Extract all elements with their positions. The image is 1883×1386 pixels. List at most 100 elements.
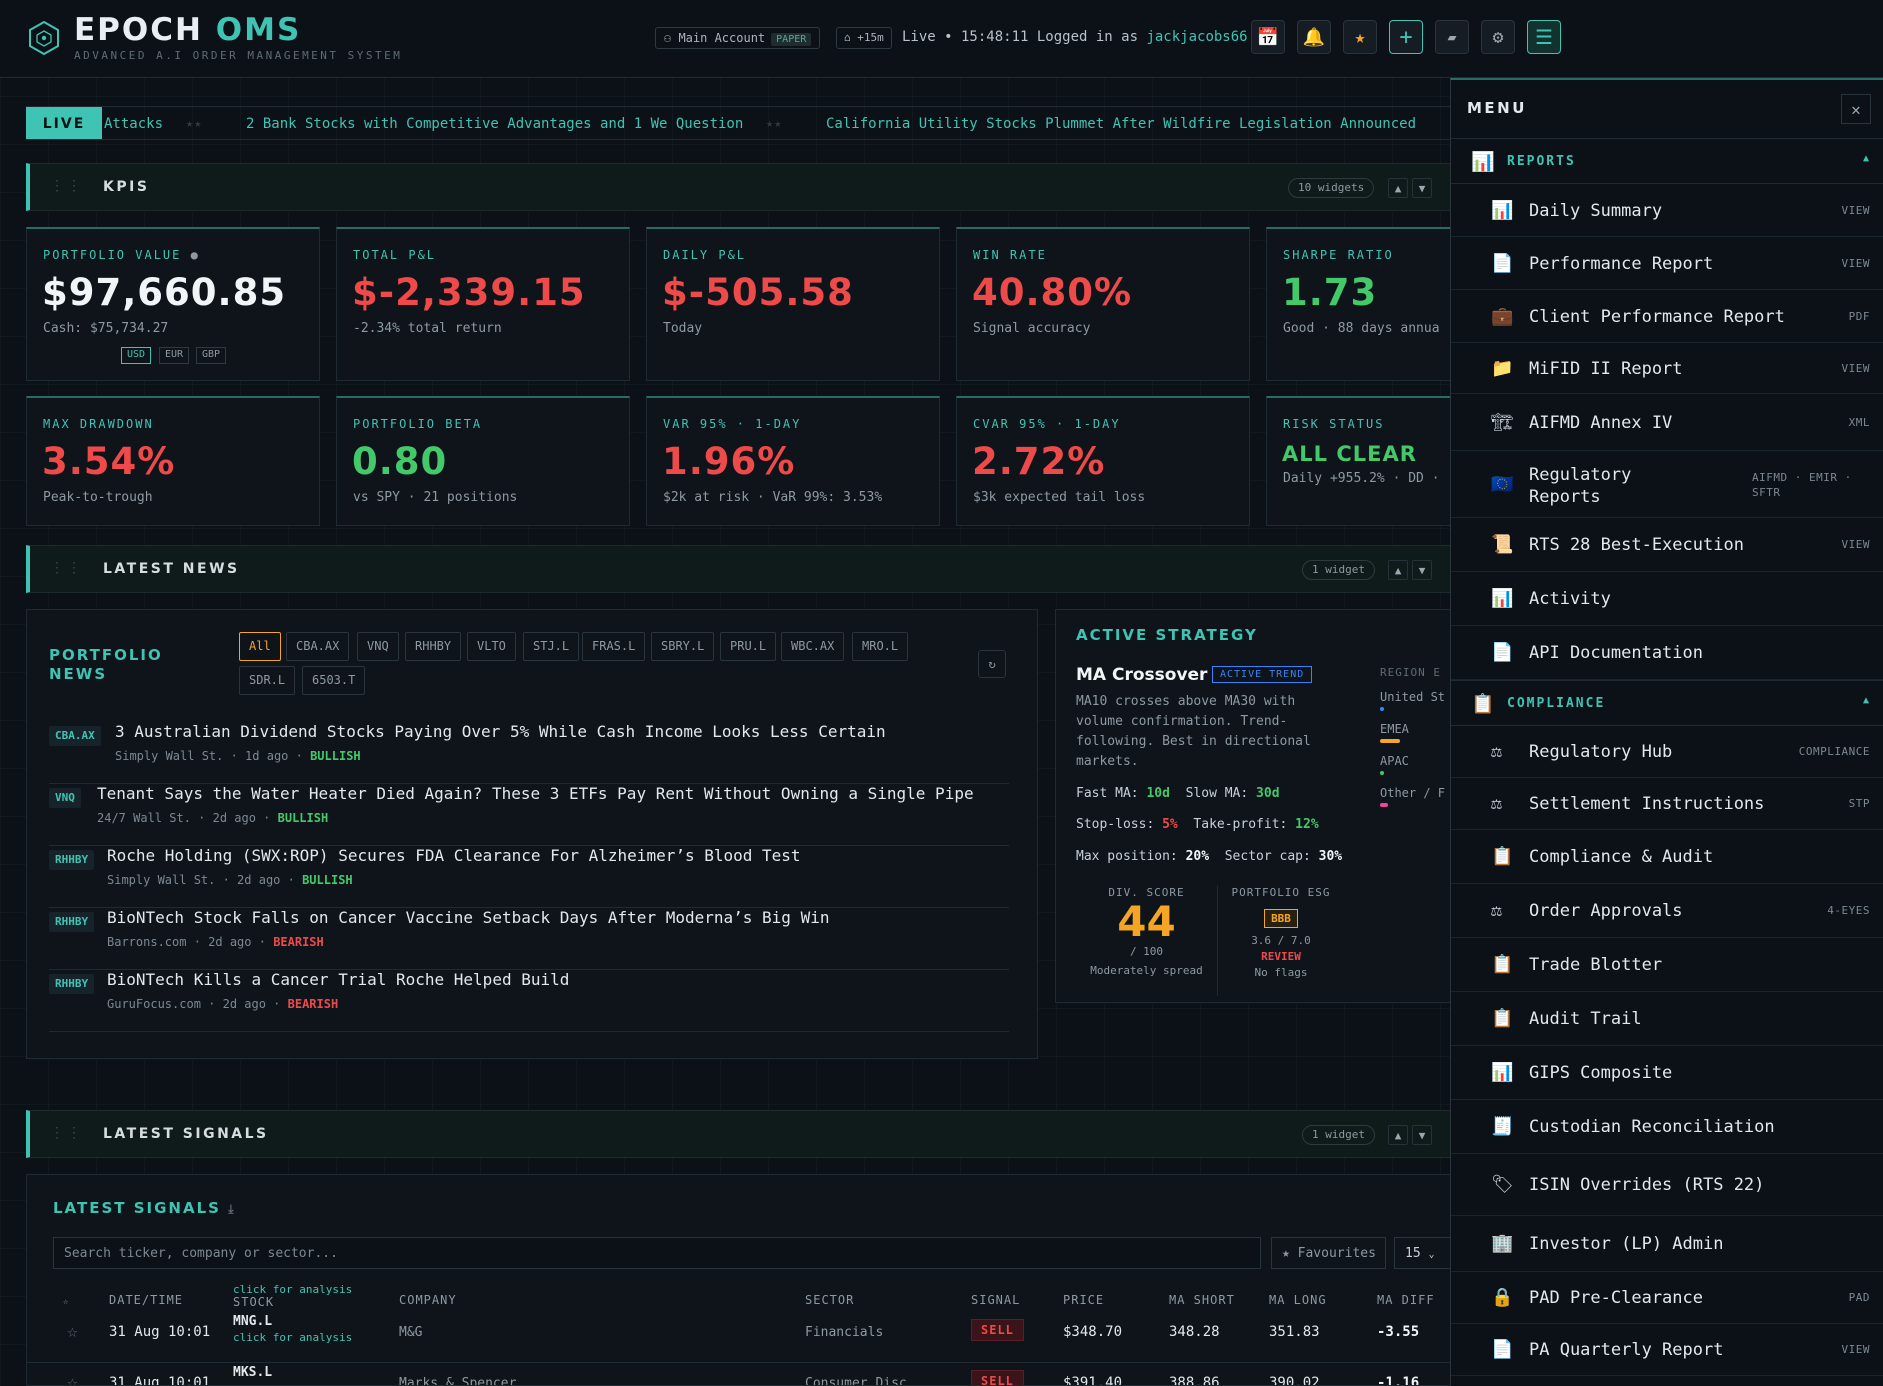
currency-eur[interactable]: EUR	[159, 347, 190, 364]
news-headline[interactable]: Tenant Says the Water Heater Died Again?…	[97, 784, 974, 803]
menu-item-tag: PAD	[1848, 1291, 1870, 1304]
menu-item-icon: ⚖	[1491, 793, 1502, 814]
menu-item[interactable]: 🧾 Custodian Reconciliation	[1451, 1100, 1883, 1154]
account-selector[interactable]: ⚇ Main Account PAPER	[655, 27, 821, 49]
ticker-item[interactable]: California Utility Stocks Plummet After …	[826, 116, 1416, 132]
menu-button[interactable]: ☰	[1527, 20, 1561, 54]
news-item[interactable]: RHHBY BioNTech Stock Falls on Cancer Vac…	[49, 908, 1009, 970]
col-header-signal[interactable]: SIGNAL	[971, 1293, 1020, 1307]
drag-handle-icon[interactable]: ⋮⋮	[50, 178, 84, 194]
filter-chip[interactable]: 6503.T	[302, 666, 366, 695]
favourite-star-icon[interactable]: ☆	[67, 1372, 78, 1385]
menu-item[interactable]: ⚖ Settlement Instructions STP	[1451, 778, 1883, 830]
menu-item[interactable]: 📊 GIPS Composite	[1451, 1046, 1883, 1100]
table-row[interactable]: ☆ 31 Aug 10:01 MNG.L click for analysis …	[27, 1313, 1451, 1363]
filter-chip[interactable]: PRU.L	[720, 632, 777, 661]
chat-button[interactable]: ▰	[1435, 20, 1469, 54]
menu-item[interactable]: 📋 Audit Trail	[1451, 992, 1883, 1046]
move-down-button[interactable]: ▼	[1412, 178, 1432, 198]
move-up-button[interactable]: ▲	[1388, 560, 1408, 580]
settings-button[interactable]: ⚙	[1481, 20, 1515, 54]
menu-group-compliance[interactable]: 📋 COMPLIANCE ▲	[1451, 680, 1883, 726]
menu-item[interactable]: 📊 Daily Summary VIEW	[1451, 184, 1883, 237]
news-headline[interactable]: Roche Holding (SWX:ROP) Secures FDA Clea…	[107, 846, 801, 865]
col-header-ma-diff[interactable]: MA DIFF	[1377, 1293, 1435, 1307]
kpi-sub: $3k expected tail loss	[973, 490, 1146, 505]
menu-item[interactable]: 📄 API Documentation	[1451, 626, 1883, 680]
widget-count: 1 widget	[1302, 1125, 1375, 1145]
menu-item[interactable]: ⚖ Order Approvals 4-EYES	[1451, 884, 1883, 938]
menu-item[interactable]: 🏷 ISIN Overrides (RTS 22)	[1451, 1154, 1883, 1216]
menu-item[interactable]: 📄 PA Quarterly Report VIEW	[1451, 1324, 1883, 1376]
news-headline[interactable]: BioNTech Kills a Cancer Trial Roche Help…	[107, 970, 569, 989]
news-item[interactable]: VNQ Tenant Says the Water Heater Died Ag…	[49, 784, 1009, 846]
favourites-button[interactable]: ★	[1343, 20, 1377, 54]
move-up-button[interactable]: ▲	[1388, 178, 1408, 198]
stock-analysis-hint[interactable]: click for analysis	[233, 1331, 352, 1344]
filter-chip[interactable]: MRO.L	[852, 632, 909, 661]
row-stock[interactable]: MKS.L	[233, 1365, 272, 1380]
add-button[interactable]: +	[1389, 20, 1423, 54]
menu-group-reports[interactable]: 📊 REPORTS ▲	[1451, 138, 1883, 184]
menu-item[interactable]: 📋 Trade Blotter	[1451, 938, 1883, 992]
col-header-ma-long[interactable]: MA LONG	[1269, 1293, 1327, 1307]
menu-item[interactable]: 🏗 AIFMD Annex IV XML	[1451, 394, 1883, 451]
news-item[interactable]: CBA.AX 3 Australian Dividend Stocks Payi…	[49, 722, 1009, 784]
news-headline[interactable]: BioNTech Stock Falls on Cancer Vaccine S…	[107, 908, 829, 927]
calendar-button[interactable]: 📅	[1251, 20, 1285, 54]
kpi-value: ALL CLEAR	[1282, 442, 1417, 466]
menu-item[interactable]: 📊 Activity	[1451, 572, 1883, 626]
ticker-item[interactable]: 2 Bank Stocks with Competitive Advantage…	[246, 116, 743, 132]
filter-chip[interactable]: VNQ	[357, 632, 399, 661]
table-row[interactable]: ☆ 31 Aug 10:01 MKS.L Marks & Spencer Con…	[27, 1364, 1451, 1385]
menu-item[interactable]: 🔒 PAD Pre-Clearance PAD	[1451, 1272, 1883, 1324]
drag-handle-icon[interactable]: ⋮⋮	[50, 560, 84, 576]
move-down-button[interactable]: ▼	[1412, 1125, 1432, 1145]
row-stock[interactable]: MNG.L	[233, 1314, 272, 1329]
filter-chip-all[interactable]: All	[239, 632, 281, 661]
filter-chip[interactable]: STJ.L	[523, 632, 580, 661]
filter-chip[interactable]: RHHBY	[405, 632, 462, 661]
menu-item[interactable]: ⚖ Regulatory Hub COMPLIANCE	[1451, 726, 1883, 778]
menu-item[interactable]: 🇪🇺 Regulatory Reports AIFMD · EMIR · SFTR	[1451, 451, 1883, 518]
menu-item[interactable]: 📜 RTS 28 Best-Execution VIEW	[1451, 518, 1883, 572]
menu-item[interactable]: 📋 Compliance & Audit	[1451, 830, 1883, 884]
col-header-stock[interactable]: STOCK	[233, 1295, 274, 1309]
menu-item[interactable]: 📁 MiFID II Report VIEW	[1451, 343, 1883, 394]
favourites-filter-button[interactable]: ★ Favourites	[1271, 1237, 1386, 1269]
refresh-button[interactable]: ↻	[978, 650, 1006, 678]
move-up-button[interactable]: ▲	[1388, 1125, 1408, 1145]
data-delay-badge: ⌂ +15m	[836, 27, 892, 49]
menu-item-icon: 🇪🇺	[1491, 474, 1514, 495]
page-size-select[interactable]: 15 ⌄	[1394, 1237, 1451, 1269]
menu-item-icon: 💼	[1491, 306, 1514, 327]
currency-usd[interactable]: USD	[121, 347, 152, 364]
filter-chip[interactable]: VLTO	[467, 632, 516, 661]
filter-chip[interactable]: CBA.AX	[286, 632, 350, 661]
region-label-item: EMEA	[1380, 722, 1409, 736]
filter-chip[interactable]: FRAS.L	[582, 632, 646, 661]
move-down-button[interactable]: ▼	[1412, 560, 1432, 580]
col-header-ma-short[interactable]: MA SHORT	[1169, 1293, 1235, 1307]
menu-item[interactable]: 📄 Performance Report VIEW	[1451, 237, 1883, 290]
menu-item[interactable]: 🏢 Investor (LP) Admin	[1451, 1216, 1883, 1272]
col-header-company[interactable]: COMPANY	[399, 1293, 457, 1307]
notifications-button[interactable]: 🔔	[1297, 20, 1331, 54]
signals-search-input[interactable]: Search ticker, company or sector...	[53, 1237, 1261, 1269]
news-item[interactable]: RHHBY Roche Holding (SWX:ROP) Secures FD…	[49, 846, 1009, 908]
news-item[interactable]: RHHBY BioNTech Kills a Cancer Trial Roch…	[49, 970, 1009, 1032]
col-header-sector[interactable]: SECTOR	[805, 1293, 854, 1307]
col-header-date[interactable]: DATE/TIME	[109, 1293, 183, 1307]
col-header-price[interactable]: PRICE	[1063, 1293, 1104, 1307]
active-strategy-panel: ACTIVE STRATEGY MA Crossover ACTIVE TREN…	[1055, 609, 1452, 1003]
news-headline[interactable]: 3 Australian Dividend Stocks Paying Over…	[115, 722, 886, 741]
currency-gbp[interactable]: GBP	[196, 347, 227, 364]
filter-chip[interactable]: WBC.AX	[781, 632, 845, 661]
drag-handle-icon[interactable]: ⋮⋮	[50, 1125, 84, 1141]
filter-chip[interactable]: SBRY.L	[651, 632, 715, 661]
filter-chip[interactable]: SDR.L	[239, 666, 296, 695]
favourite-star-icon[interactable]: ☆	[67, 1321, 78, 1342]
ticker-item[interactable]: Attacks	[104, 116, 163, 132]
close-menu-button[interactable]: ✕	[1841, 94, 1871, 124]
menu-item[interactable]: 💼 Client Performance Report PDF	[1451, 290, 1883, 343]
